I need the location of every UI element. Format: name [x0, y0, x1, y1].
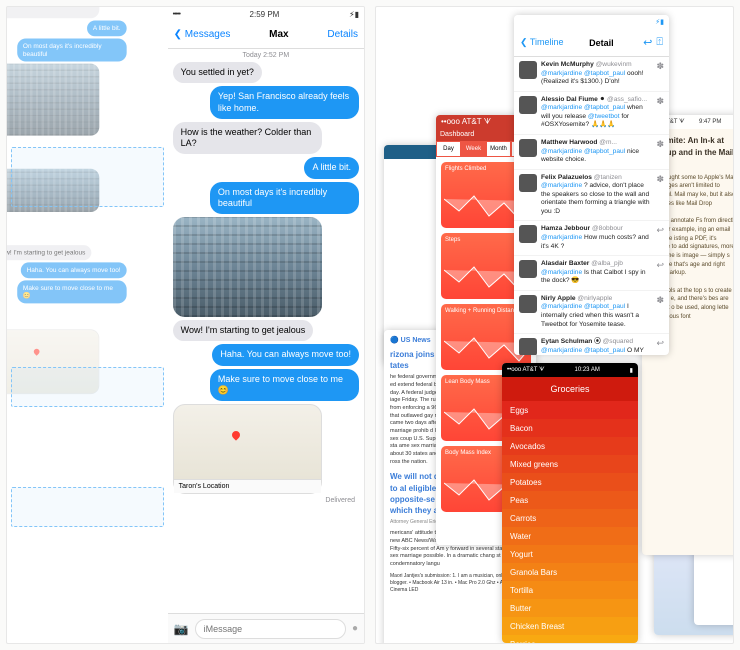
tweet-row[interactable]: Nirly Apple @nirlyapple@markjardine @tap… [514, 291, 669, 334]
avatar [519, 61, 537, 79]
grocery-item[interactable]: Water [502, 527, 638, 545]
grocery-item[interactable]: Granola Bars [502, 563, 638, 581]
message-out: On most days it's incredibly beautiful [17, 38, 126, 61]
grocery-item[interactable]: Mixed greens [502, 455, 638, 473]
grocery-item[interactable]: Potatoes [502, 473, 638, 491]
message-out: Haha. You can always move too! [212, 344, 359, 365]
message-out: Haha. You can always move too! [21, 263, 127, 278]
tweet-row[interactable]: Alasdair Baxter @alba_pjb@markjardine Is… [514, 256, 669, 291]
page-marker [11, 367, 164, 407]
message-in: Wow! I'm starting to get jealous [6, 245, 91, 260]
message-in: How is the weather? Colder than LA? [173, 122, 322, 155]
grocery-item[interactable]: Bacon [502, 419, 638, 437]
page-marker [11, 147, 164, 207]
tweet-navbar: ❮ Timeline Detail ↩︎ ⍐ [514, 29, 669, 57]
avatar [519, 295, 537, 313]
avatar [519, 139, 537, 157]
grocery-item[interactable]: Avocados [502, 437, 638, 455]
tweet-row[interactable]: Kevin McMurphy @wukevinm@markjardine @ta… [514, 57, 669, 92]
message-thread[interactable]: Today 2:52 PM You settled in yet? Yep! S… [168, 49, 364, 613]
grocery-item[interactable]: Chicken Breast [502, 617, 638, 635]
tweet-action-icon[interactable]: ↩︎ [656, 260, 664, 286]
messages-app: •••••2:59 PM⚡︎▮ ❮ Messages Max Details T… [168, 7, 364, 643]
back-button[interactable]: ❮ Messages [174, 29, 231, 40]
tweet-row[interactable]: Alessio Dal Fiume ⚫︎ @ass_safio...@markj… [514, 92, 669, 135]
tweet-row[interactable]: Hamza Jebbour @8obbour@markjardine How m… [514, 221, 669, 256]
message-composer: 📷 ● [168, 613, 364, 643]
message-out: A little bit. [304, 157, 359, 178]
detail-title: Detail [589, 38, 614, 48]
location-message[interactable]: Taron's Location [173, 404, 322, 494]
grocery-item[interactable]: Yogurt [502, 545, 638, 563]
statusbar: •••••2:59 PM⚡︎▮ [168, 7, 364, 21]
message-out: Make sure to move close to me 😊 [17, 280, 126, 303]
share-icon[interactable]: ⍐ [656, 36, 663, 49]
tweet-action-icon[interactable]: ✽ [656, 96, 664, 130]
tweet-row[interactable]: Felix Palazuelos @tanizen@markjardine ? … [514, 170, 669, 222]
avatar [519, 174, 537, 192]
message-in: Wow! I'm starting to get jealous [173, 320, 314, 341]
tweet-row[interactable]: Matthew Harwood @m...@markjardine @tapbo… [514, 135, 669, 170]
page-marker [11, 487, 164, 527]
camera-icon[interactable]: 📷 [174, 622, 189, 636]
navbar: ❮ Messages Max Details [168, 21, 364, 49]
screenshot-left-panel: •••••2:59 PM⚡︎▮ ❮ Messages Max Delete Yo… [6, 6, 365, 644]
details-button[interactable]: Details [327, 29, 358, 40]
app-card-tweetbot[interactable]: ⚡︎▮ ❮ Timeline Detail ↩︎ ⍐ Kevin McMurph… [514, 15, 669, 355]
timestamp: Today 2:52 PM [173, 52, 359, 59]
timeline-back[interactable]: ❮ Timeline [520, 37, 564, 48]
avatar [519, 338, 537, 355]
grocery-item[interactable]: Berries [502, 635, 638, 643]
tweet-row[interactable]: Eytan Schulman ⦿ @squared@markjardine @t… [514, 334, 669, 355]
message-out: Yep! San Francisco already feels like ho… [210, 86, 359, 119]
scroll-preview-column: •••••2:59 PM⚡︎▮ ❮ Messages Max Delete Yo… [7, 7, 168, 643]
tweet-action-icon[interactable]: ✽ [656, 174, 664, 217]
tweet-action-icon[interactable]: ✽ [656, 139, 664, 165]
avatar [519, 96, 537, 114]
message-out: On most days it's incredibly beautiful [210, 182, 359, 215]
list-title: Groceries [502, 377, 638, 401]
mic-icon[interactable]: ● [352, 623, 358, 634]
tweet-action-icon[interactable]: ↩︎ [656, 225, 664, 251]
tweet-action-icon[interactable]: ↩︎ [656, 338, 664, 355]
tweet-action-icon[interactable]: ✽ [656, 61, 664, 87]
tweet-action-icon[interactable]: ✽ [656, 295, 664, 329]
app-card-reminders[interactable]: ••ooo AT&T ᗐ10:23 AM▮ Groceries EggsBaco… [502, 363, 638, 643]
grocery-item[interactable]: Tortilla [502, 581, 638, 599]
location-caption: Taron's Location [174, 479, 321, 493]
photo-message[interactable] [173, 217, 322, 317]
photo-message[interactable] [6, 64, 99, 136]
grocery-item[interactable]: Peas [502, 491, 638, 509]
delivered-label: Delivered [173, 497, 359, 504]
grocery-item[interactable]: Butter [502, 599, 638, 617]
message-in: How is the weather? Colder than LA? [6, 6, 99, 18]
dashboard-title: Dashboard [440, 131, 474, 139]
message-input[interactable] [195, 619, 346, 639]
message-in: You settled in yet? [173, 62, 262, 83]
screenshot-right-panel: ••ooo AT&T ᗐ▮ Dashboard✎ DayWeekMonthYea… [375, 6, 734, 644]
grocery-item[interactable]: Carrots [502, 509, 638, 527]
conversation-title: Max [269, 29, 288, 40]
message-out: Make sure to move close to me 😊 [210, 369, 359, 402]
reply-icon[interactable]: ↩︎ [643, 36, 652, 49]
avatar [519, 225, 537, 243]
avatar [519, 260, 537, 278]
message-out: A little bit. [87, 21, 126, 36]
grocery-item[interactable]: Eggs [502, 401, 638, 419]
